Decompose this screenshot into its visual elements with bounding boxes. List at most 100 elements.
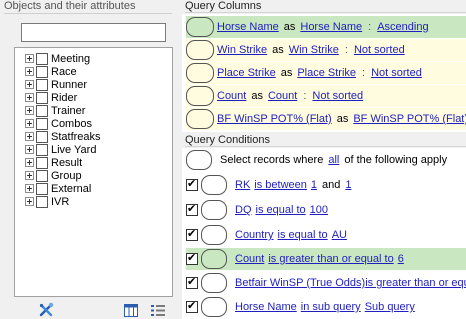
condition-operator-link[interactable]: is equal to xyxy=(256,204,306,216)
tree-item-live-yard[interactable]: Live Yard xyxy=(25,143,96,156)
condition-checkbox[interactable] xyxy=(186,300,198,313)
tree-item-race[interactable]: Race xyxy=(25,65,77,78)
condition-row[interactable]: Country is equal to AU xyxy=(186,224,466,246)
condition-operator-link[interactable]: in sub query xyxy=(301,301,361,313)
tools-icon[interactable] xyxy=(38,302,56,318)
column-handle[interactable] xyxy=(186,86,214,106)
column-handle[interactable] xyxy=(186,17,214,37)
tree-item-rider[interactable]: Rider xyxy=(25,91,77,104)
column-alias-link[interactable]: Win Strike xyxy=(289,44,339,56)
tree-item-meeting[interactable]: Meeting xyxy=(25,52,90,65)
tree-checkbox[interactable] xyxy=(36,195,48,208)
condition-row[interactable]: Betfair WinSP (True Odds) is greater tha… xyxy=(186,272,466,294)
expand-icon[interactable] xyxy=(25,132,34,141)
condition-field-link[interactable]: RK xyxy=(235,179,250,191)
objects-tree[interactable]: Meeting Race Runner Rider Trainer Combos xyxy=(14,47,173,297)
expand-icon[interactable] xyxy=(25,93,34,102)
expand-icon[interactable] xyxy=(25,119,34,128)
column-row[interactable]: Count as Count : Not sorted xyxy=(186,85,466,107)
root-quantifier-link[interactable]: all xyxy=(328,154,339,166)
tree-item-ivr[interactable]: IVR xyxy=(25,195,69,208)
condition-handle[interactable] xyxy=(201,225,227,245)
column-sort-link[interactable]: Ascending xyxy=(377,21,428,33)
condition-checkbox[interactable] xyxy=(186,252,198,265)
column-field-link[interactable]: Place Strike xyxy=(217,67,276,79)
expand-icon[interactable] xyxy=(25,171,34,180)
root-condition-handle[interactable] xyxy=(186,150,212,170)
column-handle[interactable] xyxy=(186,63,214,83)
condition-handle[interactable] xyxy=(201,249,227,269)
expand-icon[interactable] xyxy=(25,145,34,154)
condition-field-link[interactable]: Country xyxy=(235,229,274,241)
column-alias-link[interactable]: Count xyxy=(268,90,297,102)
column-field-link[interactable]: Win Strike xyxy=(217,44,267,56)
condition-checkbox[interactable] xyxy=(186,276,198,289)
query-columns-list[interactable]: Horse Name as Horse Name : Ascending Win… xyxy=(182,14,466,132)
tree-checkbox[interactable] xyxy=(36,130,48,143)
condition-row-selected[interactable]: Count is greater than or equal to 6 xyxy=(186,248,466,270)
tree-item-result[interactable]: Result xyxy=(25,156,82,169)
condition-checkbox[interactable] xyxy=(186,203,198,216)
tree-checkbox[interactable] xyxy=(36,78,48,91)
columns-icon[interactable] xyxy=(124,304,138,317)
expand-icon[interactable] xyxy=(25,67,34,76)
column-alias-link[interactable]: Place Strike xyxy=(297,67,356,79)
condition-value-link[interactable]: 1 xyxy=(311,179,317,191)
expand-icon[interactable] xyxy=(25,197,34,206)
tree-checkbox[interactable] xyxy=(36,169,48,182)
expand-icon[interactable] xyxy=(25,54,34,63)
objects-search-input[interactable] xyxy=(21,23,166,42)
condition-field-link[interactable]: DQ xyxy=(235,204,252,216)
tree-checkbox[interactable] xyxy=(36,65,48,78)
expand-icon[interactable] xyxy=(25,106,34,115)
column-row[interactable]: BF WinSP POT% (Flat) as BF WinSP POT% (F… xyxy=(186,108,466,130)
tree-checkbox[interactable] xyxy=(36,104,48,117)
condition-row[interactable]: Horse Name in sub query Sub query xyxy=(186,296,466,318)
list-icon[interactable] xyxy=(151,304,165,317)
column-alias-link[interactable]: BF WinSP POT% (Flat) xyxy=(353,113,466,125)
tree-item-external[interactable]: External xyxy=(25,182,91,195)
condition-field-link[interactable]: Betfair WinSP (True Odds) xyxy=(235,277,365,289)
condition-operator-link[interactable]: is greater than or equal to xyxy=(268,253,393,265)
column-field-link[interactable]: BF WinSP POT% (Flat) xyxy=(217,113,332,125)
condition-value-link[interactable]: Sub query xyxy=(365,301,415,313)
condition-field-link[interactable]: Horse Name xyxy=(235,301,297,313)
column-sort-link[interactable]: Not sorted xyxy=(371,67,422,79)
condition-checkbox[interactable] xyxy=(186,228,198,241)
expand-icon[interactable] xyxy=(25,184,34,193)
column-row[interactable]: Horse Name as Horse Name : Ascending xyxy=(186,16,466,38)
tree-item-combos[interactable]: Combos xyxy=(25,117,92,130)
tree-item-trainer[interactable]: Trainer xyxy=(25,104,85,117)
condition-value-link[interactable]: AU xyxy=(332,229,347,241)
condition-operator-link[interactable]: is greater than or equal t xyxy=(365,277,466,289)
condition-operator-link[interactable]: is between xyxy=(254,179,307,191)
tree-checkbox[interactable] xyxy=(36,143,48,156)
column-field-link[interactable]: Horse Name xyxy=(217,21,279,33)
column-alias-link[interactable]: Horse Name xyxy=(300,21,362,33)
expand-icon[interactable] xyxy=(25,158,34,167)
column-row[interactable]: Win Strike as Win Strike : Not sorted xyxy=(186,39,466,61)
column-row[interactable]: Place Strike as Place Strike : Not sorte… xyxy=(186,62,466,84)
condition-value-link[interactable]: 6 xyxy=(398,253,404,265)
column-sort-link[interactable]: Not sorted xyxy=(354,44,405,56)
tree-checkbox[interactable] xyxy=(36,182,48,195)
condition-handle[interactable] xyxy=(201,175,227,195)
condition-handle[interactable] xyxy=(201,297,227,317)
tree-item-statfreaks[interactable]: Statfreaks xyxy=(25,130,101,143)
condition-handle[interactable] xyxy=(201,200,227,220)
column-sort-link[interactable]: Not sorted xyxy=(312,90,363,102)
condition-value-link[interactable]: 100 xyxy=(310,204,328,216)
condition-field-link[interactable]: Count xyxy=(235,253,264,265)
column-handle[interactable] xyxy=(186,40,214,60)
tree-item-group[interactable]: Group xyxy=(25,169,82,182)
condition-row[interactable]: DQ is equal to 100 xyxy=(186,199,466,221)
condition-handle[interactable] xyxy=(201,273,227,293)
column-handle[interactable] xyxy=(186,109,214,129)
column-field-link[interactable]: Count xyxy=(217,90,246,102)
condition-operator-link[interactable]: is equal to xyxy=(278,229,328,241)
condition-row[interactable]: RK is between 1 and 1 xyxy=(186,174,466,196)
tree-checkbox[interactable] xyxy=(36,117,48,130)
tree-checkbox[interactable] xyxy=(36,91,48,104)
query-conditions-list[interactable]: Select records where all of the followin… xyxy=(182,148,466,319)
tree-item-runner[interactable]: Runner xyxy=(25,78,87,91)
